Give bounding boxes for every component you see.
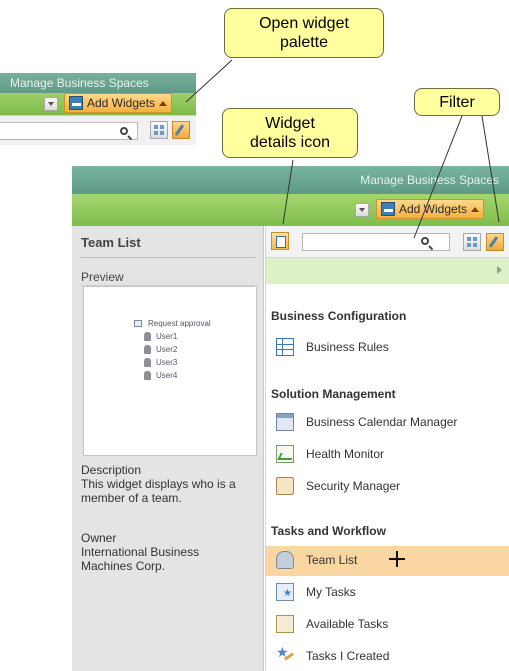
callout-filter: Filter bbox=[414, 88, 500, 116]
callout-open-widget-palette: Open widget palette bbox=[224, 8, 384, 58]
callout-widget-details-icon: Widget details icon bbox=[222, 108, 358, 158]
